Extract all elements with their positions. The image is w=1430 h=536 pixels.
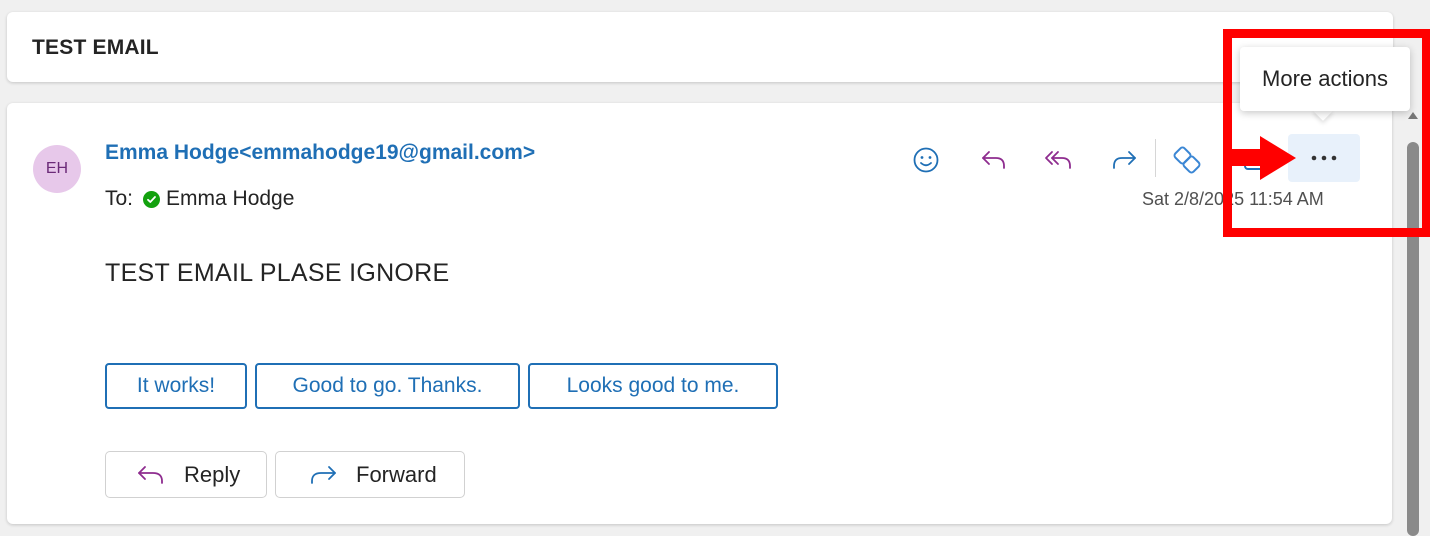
reply-button[interactable]: Reply [105, 451, 267, 498]
avatar[interactable]: EH [33, 145, 81, 193]
annotation-arrow-icon [1228, 136, 1296, 180]
presence-available-icon [143, 190, 161, 208]
forward-label: Forward [356, 461, 437, 487]
reply-label: Reply [184, 461, 241, 487]
reply-icon [138, 465, 163, 484]
recipient-name[interactable]: Emma Hodge [166, 187, 294, 211]
message-body: TEST EMAIL PLASE IGNORE [105, 259, 450, 287]
message-card: EH Emma Hodge<emmahodge19@gmail.com> To:… [7, 103, 1392, 524]
scrollbar-thumb[interactable] [1407, 142, 1419, 536]
more-actions-button[interactable] [1288, 134, 1360, 182]
more-actions-tooltip: More actions [1240, 47, 1410, 111]
quick-reply-button[interactable]: Good to go. Thanks. [255, 363, 520, 409]
loop-icon[interactable] [1170, 143, 1204, 177]
reply-icon[interactable] [977, 143, 1011, 177]
forward-icon [311, 465, 336, 484]
emoji-icon[interactable] [909, 143, 943, 177]
message-timestamp: Sat 2/8/2025 11:54 AM [1142, 189, 1324, 209]
sender-name[interactable]: Emma Hodge<emmahodge19@gmail.com> [105, 141, 535, 165]
to-label: To: [105, 187, 134, 210]
toolbar-divider [1155, 139, 1156, 177]
more-actions-icon [1311, 155, 1337, 161]
subject-header: TEST EMAIL [7, 12, 1393, 82]
subject-title: TEST EMAIL [32, 36, 159, 59]
scroll-up-arrow-icon[interactable] [1408, 112, 1418, 119]
forward-icon[interactable] [1107, 143, 1141, 177]
forward-button[interactable]: Forward [275, 451, 465, 498]
quick-reply-button[interactable]: It works! [105, 363, 247, 409]
to-line: To: Emma Hodge [105, 187, 294, 211]
reply-all-icon[interactable] [1041, 143, 1075, 177]
quick-reply-button[interactable]: Looks good to me. [528, 363, 778, 409]
